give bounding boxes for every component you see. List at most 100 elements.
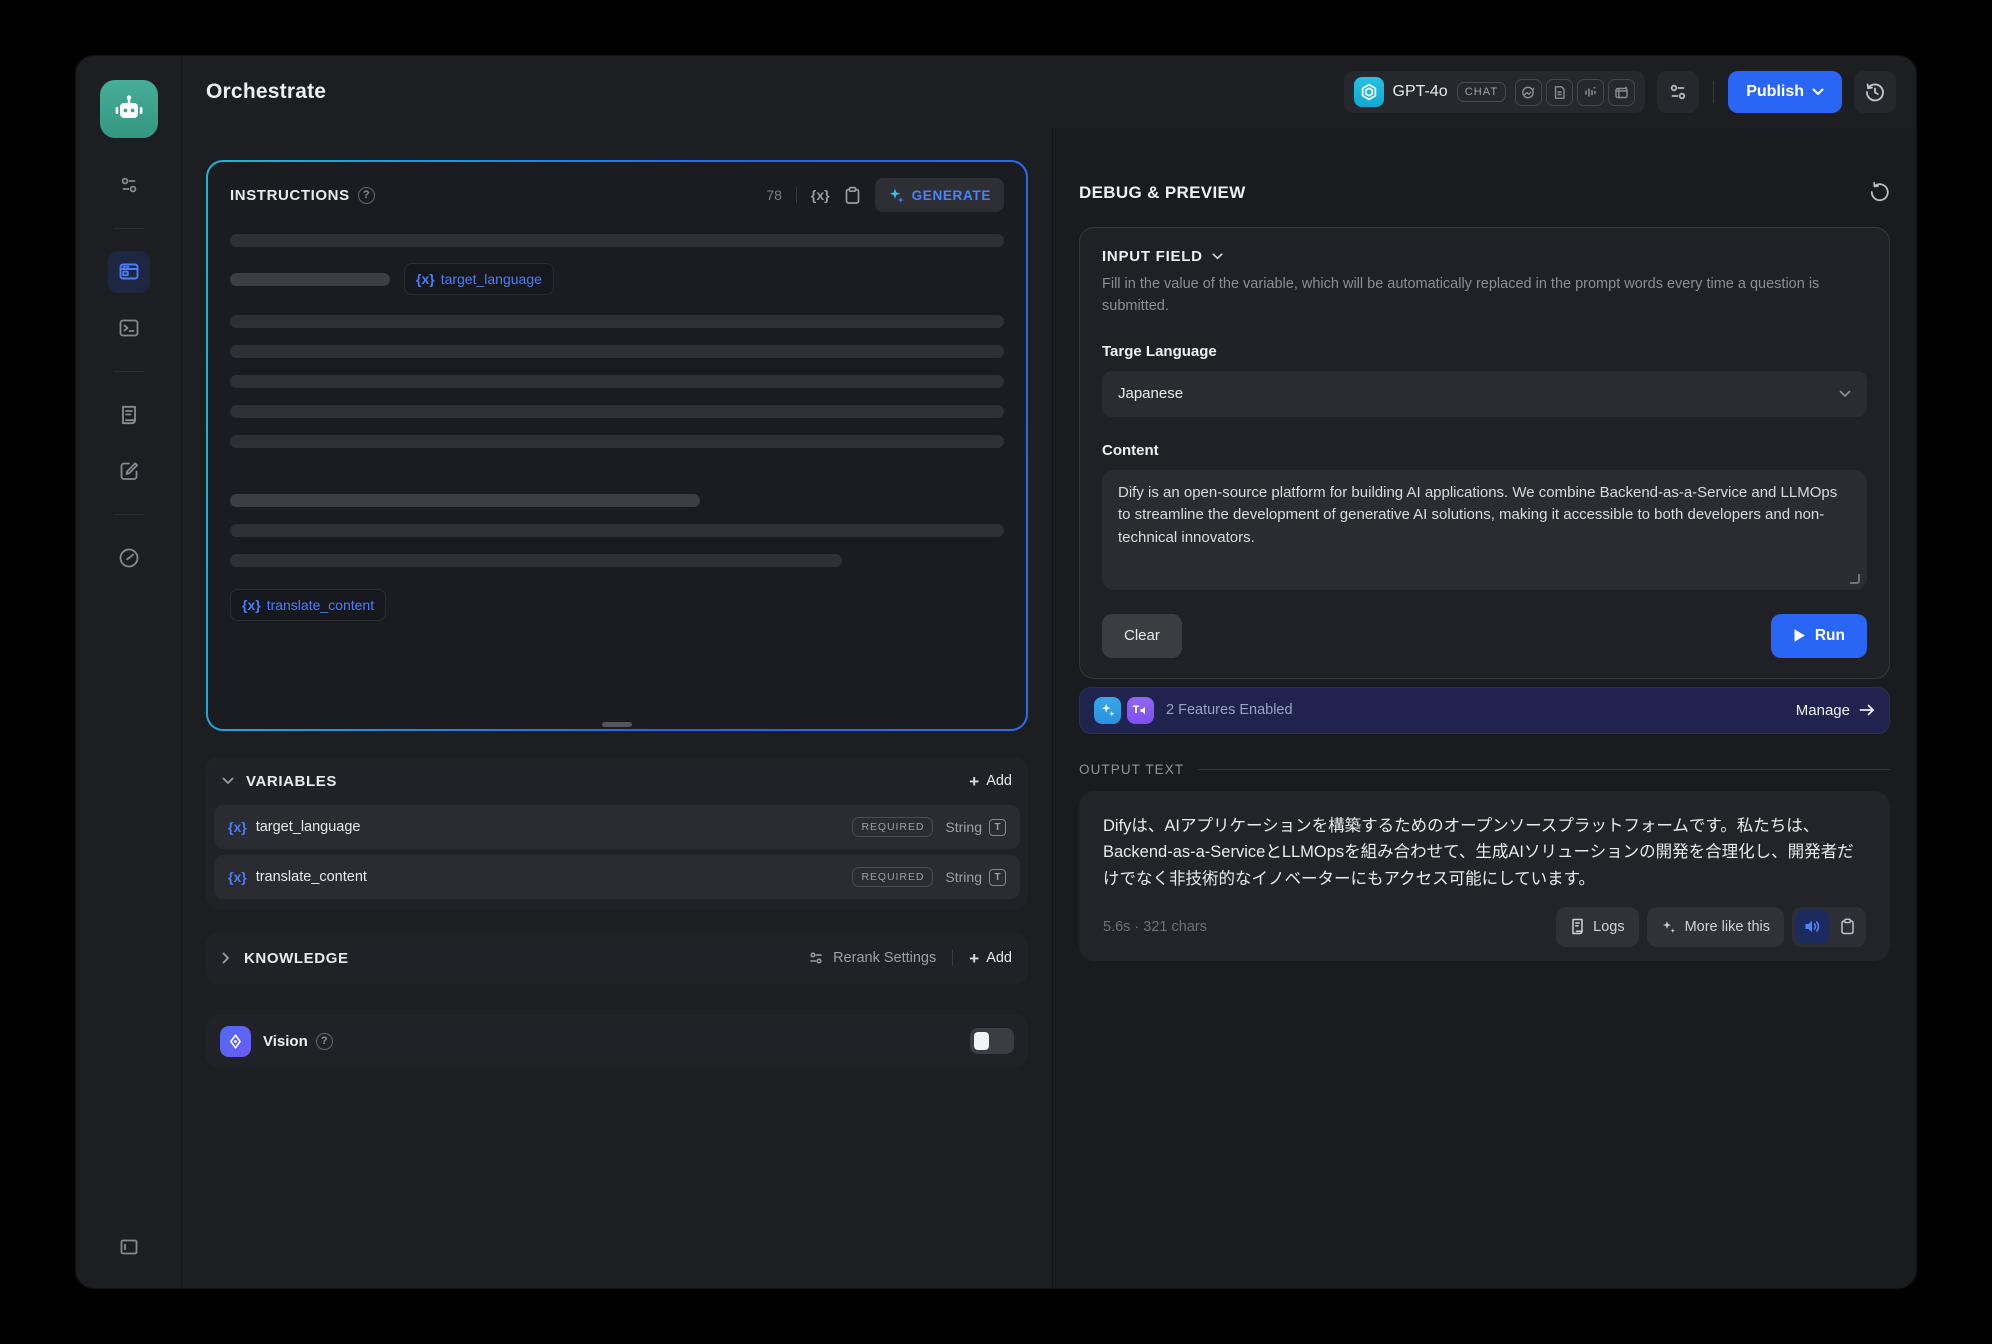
history-clock-icon (1864, 81, 1886, 103)
document-capability-icon (1546, 79, 1573, 106)
skeleton-line (230, 405, 1004, 418)
sidebar-item-settings-sliders-icon[interactable] (108, 164, 150, 206)
resize-drag-handle[interactable] (602, 722, 632, 727)
copy-clipboard-icon[interactable] (844, 186, 861, 205)
sidebar-item-terminal-icon[interactable] (108, 307, 150, 349)
model-mode-badge: CHAT (1457, 82, 1507, 102)
chevron-down-icon (222, 777, 234, 785)
input-field-card: INPUT FIELD Fill in the value of the var… (1079, 227, 1890, 679)
play-audio-speaker-button[interactable] (1795, 910, 1829, 944)
add-variable-button[interactable]: + Add (969, 773, 1012, 790)
variable-row[interactable]: {x} target_language REQUIRED StringT (214, 805, 1020, 849)
app-screen: Orchestrate GPT-4o CHAT (0, 0, 1992, 1344)
input-field-description: Fill in the value of the variable, which… (1102, 274, 1822, 318)
resize-corner-icon[interactable] (1850, 574, 1860, 584)
add-knowledge-button[interactable]: + Add (969, 950, 1012, 967)
speaker-icon (1804, 919, 1821, 934)
skeleton-line (230, 554, 842, 567)
instructions-title: INSTRUCTIONS (230, 187, 350, 204)
sidebar-item-orchestrate[interactable] (108, 251, 150, 293)
chevron-right-icon (222, 952, 230, 964)
required-badge: REQUIRED (852, 817, 933, 837)
insert-variable-icon[interactable]: {x} (811, 187, 830, 203)
sidebar-divider (114, 228, 144, 229)
app-window: Orchestrate GPT-4o CHAT (76, 56, 1916, 1288)
variable-chip-target-language[interactable]: {x}target_language (404, 263, 554, 295)
skeleton-line (230, 375, 1004, 388)
model-name: GPT-4o (1393, 83, 1448, 101)
output-text: Difyは、AIアプリケーションを構築するためのオープンソースプラットフォームで… (1103, 813, 1866, 893)
rerank-settings-button[interactable]: Rerank Settings (808, 950, 936, 966)
content-textarea[interactable]: Dify is an open-source platform for buil… (1102, 470, 1867, 590)
instructions-help-icon[interactable]: ? (358, 187, 375, 204)
restart-refresh-icon[interactable] (1869, 182, 1890, 203)
required-badge: REQUIRED (852, 867, 933, 887)
video-capability-icon (1608, 79, 1635, 106)
copy-output-button[interactable] (1831, 910, 1863, 944)
audio-actions-group (1792, 907, 1866, 947)
instructions-skeleton: {x}target_language (230, 226, 1004, 719)
skeleton-line (230, 435, 1004, 448)
sparkle-icon (1661, 919, 1677, 935)
skeleton-line (230, 315, 1004, 328)
collapse-sidebar-icon[interactable] (108, 1226, 150, 1268)
variable-icon: {x} (228, 869, 247, 885)
version-history-button[interactable] (1854, 71, 1896, 113)
target-language-label: Targe Language (1102, 343, 1867, 360)
input-field-header[interactable]: INPUT FIELD (1102, 248, 1867, 265)
generate-button[interactable]: GENERATE (875, 178, 1004, 212)
play-icon (1793, 628, 1806, 643)
features-enabled-bar[interactable]: T 2 Features Enabled Manage (1079, 687, 1890, 734)
run-button[interactable]: Run (1771, 614, 1867, 658)
skeleton-line (230, 524, 1004, 537)
plus-icon: + (969, 950, 979, 967)
model-capability-icons (1515, 79, 1635, 106)
features-enabled-text: 2 Features Enabled (1166, 702, 1293, 718)
vision-panel: Vision ? (206, 1014, 1028, 1068)
clear-button[interactable]: Clear (1102, 614, 1182, 658)
text-to-speech-feature-icon: T (1127, 697, 1154, 724)
variable-row[interactable]: {x} translate_content REQUIRED StringT (214, 855, 1020, 899)
more-like-this-feature-icon (1094, 697, 1121, 724)
sidebar-divider (114, 371, 144, 372)
toolbar-divider (1713, 81, 1714, 103)
sidebar-item-monitoring-gauge-icon[interactable] (108, 537, 150, 579)
page-title: Orchestrate (206, 80, 326, 104)
more-like-this-button[interactable]: More like this (1647, 907, 1784, 947)
logs-button[interactable]: Logs (1556, 907, 1638, 947)
variables-title: VARIABLES (246, 773, 337, 790)
arrow-right-icon (1859, 704, 1875, 716)
plus-icon: + (969, 773, 979, 790)
sidebar-item-logs-document-icon[interactable] (108, 394, 150, 436)
output-card: Difyは、AIアプリケーションを構築するためのオープンソースプラットフォームで… (1079, 791, 1890, 961)
skeleton-line (230, 234, 1004, 247)
vision-help-icon[interactable]: ? (316, 1033, 333, 1050)
variables-header[interactable]: VARIABLES + Add (206, 757, 1028, 805)
toolbar-divider (796, 187, 797, 203)
audio-capability-icon (1577, 79, 1604, 106)
model-selector[interactable]: GPT-4o CHAT (1344, 71, 1646, 113)
variable-chip-translate-content[interactable]: {x}translate_content (230, 589, 386, 621)
skeleton-line (230, 273, 390, 286)
sidebar-divider (114, 514, 144, 515)
chevron-down-icon (1839, 390, 1851, 398)
skeleton-line (230, 345, 1004, 358)
sidebar (76, 56, 182, 1288)
model-parameters-sliders-button[interactable] (1657, 71, 1699, 113)
vision-toggle[interactable] (970, 1028, 1014, 1054)
manage-features-button[interactable]: Manage (1796, 702, 1875, 719)
publish-button[interactable]: Publish (1728, 71, 1842, 113)
vision-label: Vision (263, 1033, 308, 1050)
variable-type[interactable]: StringT (945, 869, 1006, 886)
output-stats: 5.6s · 321 chars (1103, 919, 1207, 935)
top-bar: Orchestrate GPT-4o CHAT (182, 56, 1916, 128)
knowledge-header[interactable]: KNOWLEDGE Rerank Settings (206, 932, 1028, 984)
vision-eye-icon (220, 1026, 251, 1057)
string-type-icon: T (989, 819, 1006, 836)
target-language-select[interactable]: Japanese (1102, 371, 1867, 417)
variable-type[interactable]: StringT (945, 819, 1006, 836)
chevron-down-icon (1812, 88, 1824, 96)
app-avatar-robot-icon[interactable] (100, 80, 158, 138)
sidebar-item-annotation-edit-icon[interactable] (108, 450, 150, 492)
debug-preview-pane: DEBUG & PREVIEW INPUT FIELD Fill in the … (1052, 128, 1916, 1288)
